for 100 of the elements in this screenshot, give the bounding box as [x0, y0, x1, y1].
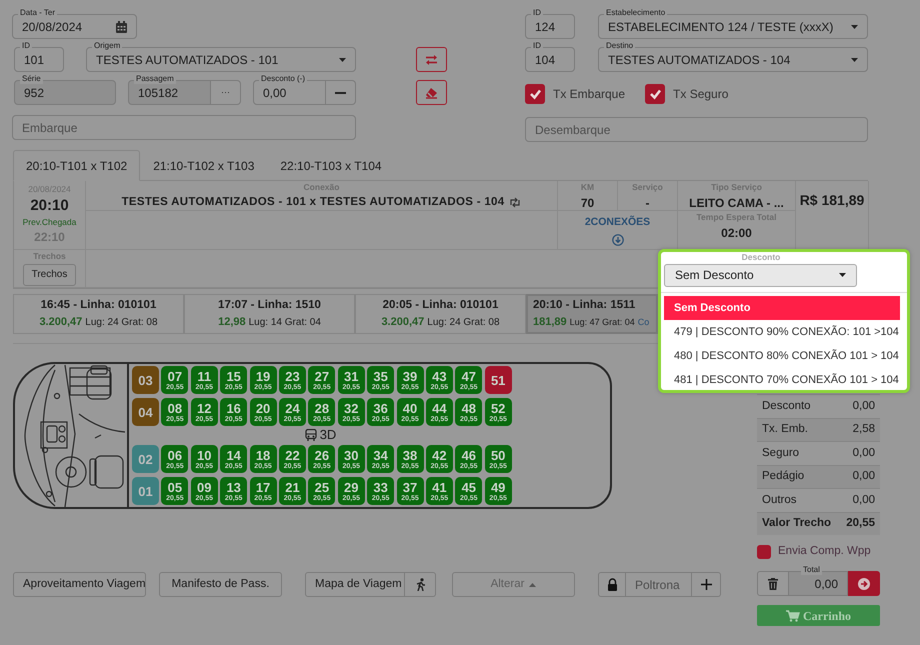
checkbox[interactable]: [525, 84, 545, 104]
connection-text: TESTES AUTOMATIZADOS - 101 x TESTES AUTOMATIZADOS - 104: [122, 194, 504, 210]
dropdown-option[interactable]: Sem Desconto: [664, 296, 900, 320]
minus-icon: [335, 92, 346, 94]
field-value: 105182: [138, 84, 178, 102]
input-field[interactable]: 124: [525, 14, 575, 39]
field-label: Origem: [92, 41, 122, 51]
trash-icon: [768, 578, 778, 590]
walker-button[interactable]: [405, 572, 436, 597]
eraser-icon: [425, 86, 438, 98]
calendar-icon: [116, 20, 127, 32]
seat[interactable]: 51: [484, 366, 512, 394]
connections-link[interactable]: 2CONEXÕES: [584, 215, 650, 231]
fare-text: 3.200,47: [39, 315, 82, 330]
deck-label: 3D: [320, 426, 336, 444]
input-field[interactable]: 0,00: [789, 571, 848, 596]
placeholder-text: Desembarque: [535, 122, 610, 138]
swap-button[interactable]: [416, 47, 447, 72]
summary-label: Valor Trecho: [762, 516, 832, 532]
checkbox[interactable]: [645, 84, 666, 104]
summary-value: 0,00: [852, 446, 875, 461]
action-button[interactable]: Mapa de Viagem: [305, 572, 405, 597]
cart-button[interactable]: Carrinho: [757, 605, 880, 626]
caret-icon: [851, 58, 858, 62]
departure-card[interactable]: 16:45 - Linha: 010101 3.200,47 Lug: 24 Grat: 08: [13, 294, 184, 334]
input-field[interactable]: 20/08/2024: [12, 14, 137, 39]
eraser-button[interactable]: [416, 80, 447, 105]
tab[interactable]: 21:10-T102 x T103: [140, 150, 268, 181]
seat-info: Lug: 24 Grat: 08: [85, 316, 158, 330]
select-field[interactable]: Sem Desconto: [664, 264, 857, 287]
connection-link[interactable]: Co: [638, 316, 650, 330]
more-button[interactable]: ···: [211, 80, 241, 105]
cart-icon: [786, 610, 800, 622]
price-text: R$ 181,89: [800, 190, 864, 210]
field-label: ID: [20, 41, 32, 51]
fare-text: 181,89: [533, 315, 567, 330]
row-label: 01: [132, 477, 159, 505]
checkbox-label: Tx Seguro: [673, 86, 728, 102]
caret-icon: [339, 58, 346, 62]
caret-icon: [851, 24, 858, 28]
minus-button[interactable]: [326, 80, 356, 105]
departure-title: 20:05 - Linha: 010101: [382, 298, 498, 314]
checkbox-label: Tx Embarque: [553, 86, 626, 102]
field-label: Data - Ter: [18, 8, 57, 18]
departure-title: 20:10 - Linha: 1511: [533, 298, 636, 314]
fare-text: 3.200,47: [381, 315, 424, 330]
field-value: 20/08/2024: [22, 18, 82, 36]
field-label: Série: [20, 74, 43, 84]
placeholder-text: Embarque: [22, 120, 78, 136]
checkbox[interactable]: [757, 544, 771, 559]
field-value: 0,00: [263, 84, 286, 102]
departure-card[interactable]: 17:07 - Linha: 1510 12,98 Lug: 14 Grat: 04: [184, 294, 355, 334]
caret-icon: [839, 273, 846, 278]
summary-value: 0,00: [852, 469, 875, 484]
bus-icon: [304, 429, 317, 441]
field-value: TESTES AUTOMATIZADOS - 101: [96, 52, 278, 68]
summary-label: Tx. Emb.: [762, 422, 808, 438]
select-field[interactable]: ESTABELECIMENTO 124 / TESTE (xxxX): [598, 14, 868, 39]
arrow-circle-icon: [858, 578, 870, 590]
summary-label: Outros: [762, 492, 797, 508]
tab[interactable]: 22:10-T103 x T104: [267, 150, 395, 181]
dropdown-option[interactable]: 480 | DESCONTO 80% CONEXÃO 101 > 104: [664, 344, 900, 368]
select-value: Sem Desconto: [675, 267, 754, 284]
field-value: 104: [535, 52, 556, 68]
departure-title: 16:45 - Linha: 010101: [40, 298, 156, 314]
action-button[interactable]: Manifesto de Pass.: [159, 572, 282, 597]
plus-icon: [700, 579, 712, 590]
input-field[interactable]: Poltrona: [626, 572, 692, 597]
wait-time: 02:00: [721, 224, 752, 242]
dropdown-option[interactable]: 481 | DESCONTO 70% CONEXÃO 101 > 104: [664, 368, 900, 392]
dropdown-option[interactable]: 479 | DESCONTO 90% CONEXÃO: 101 >104: [664, 320, 900, 344]
row-label: 03: [132, 366, 159, 394]
departure-card[interactable]: 20:05 - Linha: 010101 3.200,47 Lug: 24 Grat: 08: [355, 294, 526, 334]
walking-person-icon: [414, 578, 426, 591]
input-field[interactable]: Embarque: [12, 115, 356, 140]
input-field[interactable]: 101: [14, 47, 64, 72]
input-field[interactable]: Desembarque: [525, 117, 868, 142]
trash-button[interactable]: [757, 571, 789, 596]
input-field[interactable]: 104: [525, 47, 575, 72]
service-type: LEITO CAMA - ...: [689, 194, 784, 212]
summary-value: 0,00: [852, 492, 875, 508]
action-button[interactable]: Aproveitamento Viagem: [13, 572, 146, 597]
summary-label: Seguro: [762, 446, 800, 461]
summary-value: 0,00: [852, 398, 875, 414]
add-button[interactable]: [692, 572, 721, 597]
row-label: 02: [132, 445, 159, 473]
select-field[interactable]: TESTES AUTOMATIZADOS - 104: [598, 47, 868, 72]
field-value: ESTABELECIMENTO 124 / TESTE (xxxX): [608, 18, 834, 36]
segments-button[interactable]: Trechos: [22, 264, 76, 286]
tab[interactable]: 20:10-T101 x T102: [13, 150, 140, 181]
km-value: 70: [580, 194, 594, 212]
go-button[interactable]: [848, 571, 880, 596]
input-field[interactable]: 952: [14, 80, 116, 105]
field-label: ID: [531, 8, 543, 18]
caret-up-icon: [529, 582, 536, 586]
field-label: Passagem: [134, 74, 176, 84]
seat-info: Lug: 24 Grat: 08: [427, 316, 500, 330]
departure-card[interactable]: 20:10 - Linha: 1511 181,89 Lug: 47 Grat: 04 Co: [526, 294, 658, 334]
departure-time: 20:10: [30, 196, 69, 216]
seat-info: Lug: 14 Grat: 04: [248, 316, 321, 330]
